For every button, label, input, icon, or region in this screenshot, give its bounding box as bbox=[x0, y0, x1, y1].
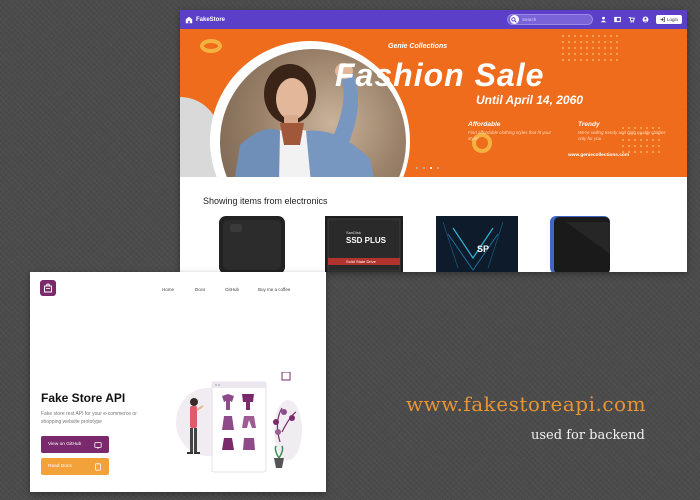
store-icon bbox=[185, 16, 193, 23]
carousel-indicators[interactable] bbox=[416, 167, 439, 169]
fakestore-brand[interactable]: FakeStore bbox=[185, 16, 225, 24]
docs-button-label: Read Docs bbox=[48, 464, 72, 469]
github-icon bbox=[94, 441, 102, 449]
nav-home[interactable]: Home bbox=[162, 287, 174, 292]
product-card[interactable]: SanDisk SSD PLUS Solid State Drive bbox=[320, 214, 405, 272]
nav-docs[interactable]: Docs bbox=[195, 287, 205, 292]
banner-headline: Fashion Sale bbox=[335, 57, 545, 93]
ssd-brand: SanDisk bbox=[346, 230, 361, 235]
banner-col-text: We're selling trendy and high quality cl… bbox=[578, 130, 666, 141]
shopping-illustration bbox=[176, 372, 302, 473]
nav-github[interactable]: GitHub bbox=[225, 287, 239, 292]
admin-icon[interactable] bbox=[600, 16, 607, 23]
fakestore-screenshot: FakeStore Search Login Genie Collections… bbox=[180, 10, 687, 272]
carousel-dot[interactable] bbox=[423, 167, 425, 169]
caption-url: www.fakestoreapi.com bbox=[406, 392, 647, 416]
docs-icon bbox=[95, 462, 101, 471]
user-icon[interactable] bbox=[642, 16, 649, 23]
ssd-image bbox=[436, 216, 522, 272]
login-button[interactable]: Login bbox=[655, 15, 682, 24]
shopping-bag-icon[interactable] bbox=[40, 280, 56, 296]
product-card[interactable] bbox=[546, 214, 631, 272]
banner-url: www.geniecollections.com bbox=[568, 153, 630, 158]
banner-decor-dots bbox=[560, 33, 620, 63]
login-icon bbox=[660, 17, 665, 22]
search-icon bbox=[509, 15, 519, 24]
carousel-dot-active[interactable] bbox=[430, 167, 432, 169]
fakestore-navbar: FakeStore Search Login bbox=[180, 10, 687, 29]
orders-icon[interactable] bbox=[614, 16, 621, 23]
banner-col-title: Trendy bbox=[578, 121, 600, 128]
fakestore-brand-label: FakeStore bbox=[196, 16, 226, 23]
page-description: Fake store rest API for your e-commerce … bbox=[41, 411, 137, 425]
github-button-label: View on GitHub bbox=[48, 442, 82, 447]
hero-banner[interactable]: Genie Collections Fashion Sale Until Apr… bbox=[180, 29, 687, 177]
view-on-github-button[interactable]: View on GitHub bbox=[41, 436, 109, 453]
search-placeholder: Search bbox=[521, 17, 537, 22]
banner-subheadline: Until April 14, 2060 bbox=[476, 93, 583, 107]
read-docs-button[interactable]: Read Docs bbox=[41, 458, 109, 475]
section-title: Showing items from electronics bbox=[203, 196, 328, 206]
banner-col-title: Affordable bbox=[468, 121, 501, 128]
page-title: Fake Store API bbox=[41, 391, 126, 405]
search-input[interactable]: Search bbox=[506, 14, 593, 25]
carousel-dot[interactable] bbox=[416, 167, 418, 169]
gaming-drive-icon bbox=[550, 216, 610, 272]
hard-drive-icon bbox=[219, 216, 285, 272]
product-card[interactable]: SP bbox=[433, 214, 522, 272]
banner-col-text: Find affordable clothing styles that fit… bbox=[468, 130, 552, 141]
banner-brand-line: Genie Collections bbox=[388, 43, 448, 50]
nav-buy-coffee[interactable]: Buy me a coffee bbox=[258, 287, 290, 292]
banner-decor-ring bbox=[200, 39, 222, 53]
ssd-sub: Solid State Drive bbox=[346, 259, 376, 264]
cart-icon[interactable] bbox=[628, 16, 635, 23]
product-card[interactable] bbox=[208, 214, 293, 272]
login-label: Login bbox=[666, 17, 678, 22]
ssd-label: SP bbox=[477, 244, 490, 254]
ssd-label: SSD PLUS bbox=[346, 236, 387, 245]
fakestoreapi-screenshot: Home Docs GitHub Buy me a coffee Fake St… bbox=[30, 272, 326, 492]
caption-subtitle: used for backend bbox=[531, 428, 645, 443]
carousel-dot[interactable] bbox=[437, 167, 439, 169]
